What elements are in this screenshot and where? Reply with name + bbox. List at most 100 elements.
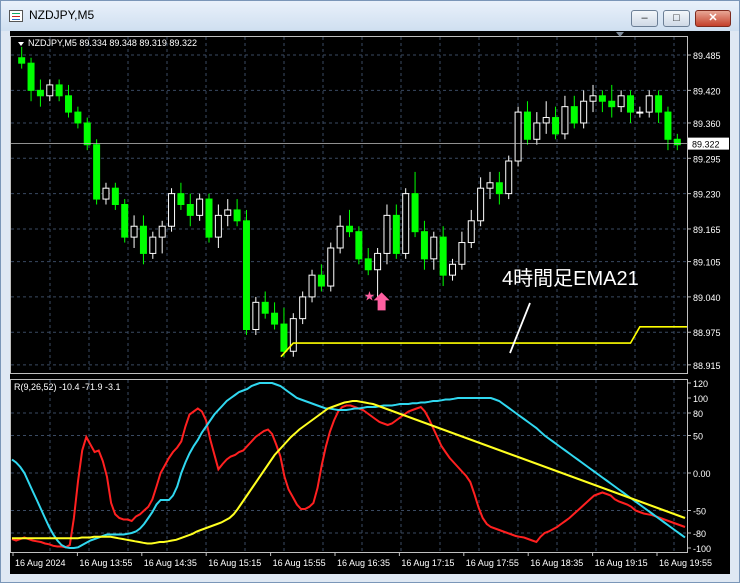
candle-bear xyxy=(139,225,147,254)
candle-bear xyxy=(242,220,250,331)
candle-bear xyxy=(205,198,213,238)
candle-bull xyxy=(149,236,157,254)
candle-bear xyxy=(317,274,325,287)
candle-bull xyxy=(580,100,588,124)
y-tick-label: 88.915 xyxy=(693,361,721,371)
candle-bear xyxy=(355,231,363,260)
terminal-window: NZDJPY,M5 – □ ✕ 89.485 89.420 89.360 89.295… xyxy=(0,0,740,583)
close-button[interactable]: ✕ xyxy=(695,10,731,27)
title-bar[interactable]: NZDJPY,M5 – □ ✕ xyxy=(1,1,739,31)
candle-bull xyxy=(252,301,260,331)
candle-bull xyxy=(196,198,204,216)
star-icon: ★ xyxy=(364,288,376,303)
candle-bull xyxy=(589,95,597,102)
osc-y-tick-label: -80 xyxy=(693,529,706,539)
y-tick-label: 89.485 xyxy=(693,51,721,61)
y-tick-label: 89.230 xyxy=(693,190,721,200)
candle-bull xyxy=(467,220,475,244)
candle-bear xyxy=(523,111,531,140)
y-tick-label: 89.420 xyxy=(693,86,721,96)
osc-y-tick-label: 120 xyxy=(693,379,708,389)
candle-bull xyxy=(383,214,391,254)
candle-bear xyxy=(121,204,129,238)
oscillator-info: R(9,26,52) -10.4 -71.9 -3.1 xyxy=(14,382,121,392)
candle-bull xyxy=(374,252,382,271)
price-chart[interactable]: 89.485 89.420 89.360 89.295 89.230 89.165 89.1… xyxy=(10,31,730,574)
ema-annotation: 4時間足EMA21 xyxy=(502,267,639,290)
candle-bear xyxy=(420,231,428,260)
candle-bear xyxy=(608,100,616,108)
candle-bear xyxy=(655,95,663,113)
minimize-button[interactable]: – xyxy=(631,10,658,27)
candle-bull xyxy=(102,187,110,200)
candle-bear xyxy=(626,95,634,113)
candle-bull xyxy=(402,193,410,254)
candle-bear xyxy=(552,117,560,135)
candle-bull xyxy=(505,160,513,195)
oscillator-series-2 xyxy=(11,382,686,549)
candle-bear xyxy=(55,84,63,97)
x-tick-label: 16 Aug 19:15 xyxy=(595,558,648,568)
osc-y-tick-label: -50 xyxy=(693,507,706,517)
candle-bear xyxy=(271,312,279,325)
x-tick-label: 16 Aug 16:35 xyxy=(337,558,390,568)
candle-bull xyxy=(542,117,550,124)
y-tick-label: 89.165 xyxy=(693,225,721,235)
x-tick-label: 16 Aug 14:35 xyxy=(144,558,197,568)
y-tick-label: 89.295 xyxy=(693,154,721,164)
candle-bull xyxy=(561,106,569,135)
candle-bear xyxy=(598,95,606,102)
candle-bull xyxy=(46,84,54,97)
candle-bear xyxy=(261,301,269,314)
y-tick-label: 89.040 xyxy=(693,293,721,303)
candle-bull xyxy=(477,187,485,222)
osc-y-tick-label: -100 xyxy=(693,544,711,554)
candle-bull xyxy=(533,122,541,140)
candle-bear xyxy=(495,182,503,195)
candle-bear xyxy=(74,111,82,124)
window-title: NZDJPY,M5 xyxy=(29,8,95,22)
candle-bear xyxy=(346,225,353,233)
x-tick-label: 16 Aug 18:35 xyxy=(530,558,583,568)
candle-bear xyxy=(364,258,372,271)
candle-bear xyxy=(83,122,91,146)
candle-bull xyxy=(130,225,138,238)
chart-menu-icon xyxy=(18,42,24,46)
maximize-button[interactable]: □ xyxy=(663,10,690,27)
candle-bear xyxy=(65,95,73,113)
candle-bull xyxy=(327,247,335,287)
chart-window-icon xyxy=(9,10,23,22)
candle-bull xyxy=(308,274,316,298)
candle-bull xyxy=(486,182,494,189)
candle-bear xyxy=(18,57,26,64)
oscillator-series-1 xyxy=(11,404,686,549)
candle-bear xyxy=(111,187,119,205)
candle-bear xyxy=(186,204,194,216)
candle-bear xyxy=(36,89,44,97)
candle-bear xyxy=(392,214,400,254)
osc-y-tick-label: 0.00 xyxy=(693,469,711,479)
osc-y-tick-label: 50 xyxy=(693,432,703,442)
candle-bear xyxy=(411,193,419,233)
candle-bull xyxy=(458,242,466,265)
candle-bear xyxy=(280,323,288,352)
candle-bull xyxy=(449,263,457,276)
candle-bear xyxy=(439,236,447,276)
x-tick-label: 16 Aug 17:15 xyxy=(401,558,454,568)
candle-bull xyxy=(617,95,625,108)
oscillator-series-3 xyxy=(12,400,686,545)
candle-bull xyxy=(645,95,653,113)
candle-bull xyxy=(514,111,522,162)
candle-bear xyxy=(177,193,185,205)
chart-area[interactable]: 89.485 89.420 89.360 89.295 89.230 89.165 89.1… xyxy=(10,31,730,574)
main-pane-frame xyxy=(10,36,688,374)
x-tick-label: 16 Aug 13:55 xyxy=(79,558,132,568)
buy-arrow-icon xyxy=(373,292,390,311)
candle-bull xyxy=(299,296,307,320)
y-tick-label: 88.975 xyxy=(693,328,721,338)
symbol-info: NZDJPY,M5 89.334 89.348 89.319 89.322 xyxy=(28,38,197,48)
candle-bear xyxy=(27,62,35,91)
x-tick-label: 16 Aug 15:55 xyxy=(273,558,326,568)
candle-bull xyxy=(224,209,232,216)
candle-bear xyxy=(93,144,101,200)
